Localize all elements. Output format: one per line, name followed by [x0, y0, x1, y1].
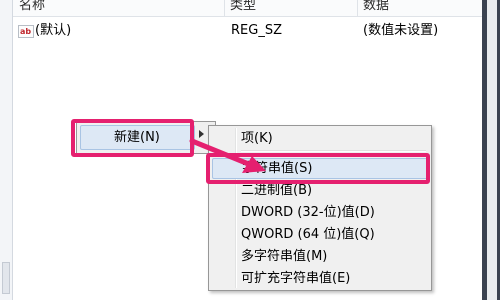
submenu-item-multi-string-value[interactable]: 多字符串值(M)	[212, 246, 428, 267]
column-name-header[interactable]: 名称	[19, 0, 45, 15]
tree-scrollbar-thumb[interactable]	[2, 262, 10, 294]
string-value-highlight-box	[206, 153, 430, 184]
column-divider[interactable]	[224, 0, 225, 16]
column-header: 名称 类型 数据	[13, 0, 482, 17]
new-submenu: 项(K) 字符串值(S) 二进制值(B) DWORD (32-位)值(D) QW…	[208, 125, 432, 291]
value-name: (默认)	[35, 23, 72, 38]
column-type-header[interactable]: 类型	[230, 0, 256, 15]
submenu-item-expandable-string-value[interactable]: 可扩充字符串值(E)	[212, 268, 428, 289]
string-value-icon: ab	[18, 25, 34, 38]
column-divider[interactable]	[357, 0, 358, 16]
value-type: REG_SZ	[231, 23, 282, 38]
window-right-edge	[482, 0, 500, 300]
menu-separator	[241, 150, 426, 152]
submenu-item-key[interactable]: 项(K)	[212, 128, 428, 149]
registry-editor-pane: 名称 类型 数据 ab (默认) REG_SZ (数值未设置) 新建(N) 项(…	[0, 0, 500, 300]
new-item-highlight-box	[71, 119, 194, 157]
submenu-item-qword-value[interactable]: QWORD (64 位)值(Q)	[212, 224, 428, 245]
value-data: (数值未设置)	[363, 23, 439, 38]
vertical-scrollbar[interactable]	[487, 0, 497, 300]
registry-value-row[interactable]: ab (默认) REG_SZ (数值未设置)	[13, 18, 482, 42]
column-data-header[interactable]: 数据	[363, 0, 389, 15]
submenu-arrow-icon	[199, 130, 204, 138]
tree-pane-edge	[0, 0, 13, 300]
submenu-item-dword-value[interactable]: DWORD (32-位)值(D)	[212, 202, 428, 223]
